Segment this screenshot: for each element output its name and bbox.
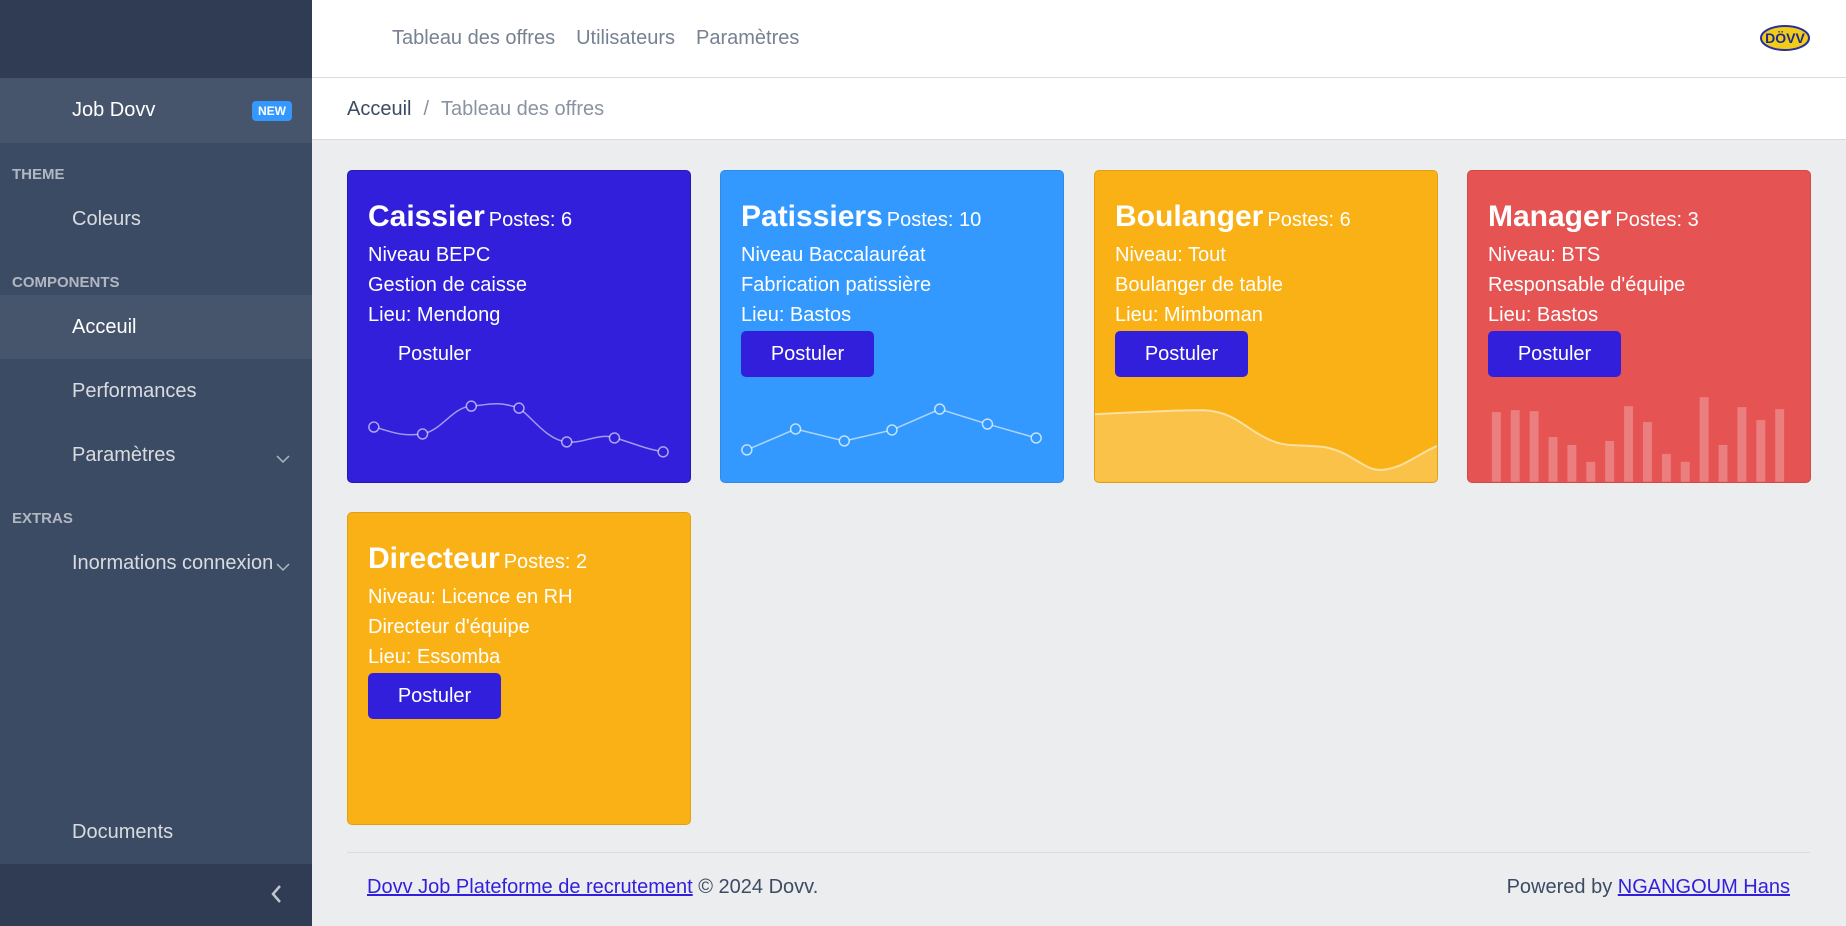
sidebar-item-performances[interactable]: Performances	[0, 359, 312, 423]
card-niveau: Niveau: Licence en RH	[368, 586, 573, 608]
nav-section-title-theme: THEME	[12, 166, 65, 183]
breadcrumb-separator: /	[423, 97, 430, 120]
header: Tableau des offres Utilisateurs Paramètr…	[312, 0, 1846, 140]
card-postes: Postes: 6	[1267, 209, 1351, 231]
logo-text: DÖVV	[1765, 30, 1805, 46]
sidebar-brand	[0, 0, 312, 78]
footer-right: Powered by NGANGOUM Hans	[1507, 876, 1790, 899]
breadcrumb: Acceuil / Tableau des offres	[312, 78, 1846, 140]
offer-card-directeur: Directeur Postes: 2 Niveau: Licence en RH…	[347, 512, 691, 825]
offer-card-manager: Manager Postes: 3 Niveau: BTS Responsable…	[1467, 170, 1811, 483]
card-postes: Postes: 6	[488, 209, 573, 231]
header-link-utilisateurs[interactable]: Utilisateurs	[576, 27, 675, 50]
breadcrumb-current: Tableau des offres	[441, 97, 605, 120]
breadcrumb-home[interactable]: Acceuil	[347, 98, 411, 121]
card-description: Boulanger de table	[1115, 274, 1283, 296]
chevron-down-icon	[276, 447, 290, 470]
footer: Dovv Job Plateforme de recrutement © 202…	[347, 852, 1810, 922]
header-link-tableau-des-offres[interactable]: Tableau des offres	[392, 27, 555, 50]
sidebar-item-informations-connexion[interactable]: Inormations connexion	[0, 531, 312, 595]
card-line-chart	[368, 400, 669, 458]
nav-section-title-components: COMPONENTS	[12, 274, 120, 291]
postuler-button[interactable]: Postuler	[1115, 331, 1248, 377]
sidebar-item-label: Acceuil	[72, 315, 137, 338]
card-bar-chart	[1491, 397, 1785, 482]
sidebar-item-label: Paramètres	[72, 443, 176, 466]
card-description: Gestion de caisse	[368, 274, 527, 296]
card-lieu: Lieu: Essomba	[368, 646, 501, 668]
card-postes: Postes: 2	[503, 551, 588, 573]
footer-author-link[interactable]: NGANGOUM Hans	[1618, 876, 1790, 898]
offer-card-caissier: Caissier Postes: 6 Niveau BEPC Gestion de…	[347, 170, 691, 483]
card-lieu: Lieu: Mimboman	[1115, 304, 1263, 326]
sidebar-item-coleurs[interactable]: Coleurs	[0, 187, 312, 251]
footer-left: Dovv Job Plateforme de recrutement © 202…	[367, 876, 818, 899]
card-postes: Postes: 10	[886, 209, 982, 231]
header-nav: Tableau des offres Utilisateurs Paramètr…	[312, 0, 1846, 78]
sidebar: Job Dovv NEW THEME Coleurs COMPONENTS Ac…	[0, 0, 312, 926]
postuler-button[interactable]: Postuler	[368, 331, 501, 377]
card-lieu: Lieu: Bastos	[1488, 304, 1599, 326]
card-area-chart	[1095, 409, 1437, 482]
card-lieu: Lieu: Mendong	[368, 304, 501, 326]
sidebar-item-acceuil[interactable]: Acceuil	[0, 295, 312, 359]
footer-powered-by: Powered by	[1506, 876, 1618, 898]
header-link-parametres[interactable]: Paramètres	[696, 27, 799, 50]
card-title: Directeur Postes: 2	[368, 542, 588, 575]
chevron-down-icon	[276, 555, 290, 578]
nav-section-title-extras: EXTRAS	[12, 510, 73, 527]
card-description: Responsable d'équipe	[1488, 274, 1686, 296]
footer-copyright: © 2024 Dovv.	[698, 876, 819, 898]
card-title: Manager Postes: 3	[1488, 200, 1699, 233]
sidebar-item-documents[interactable]: Documents	[0, 800, 312, 864]
card-title: Boulanger Postes: 6	[1115, 200, 1351, 233]
card-niveau: Niveau Baccalauréat	[741, 244, 926, 266]
card-niveau: Niveau: BTS	[1488, 244, 1601, 266]
card-description: Fabrication patissière	[741, 274, 932, 296]
card-niveau: Niveau BEPC	[368, 244, 491, 266]
postuler-button[interactable]: Postuler	[368, 673, 501, 719]
card-line-chart	[741, 403, 1042, 456]
sidebar-item-label: Inormations connexion	[72, 551, 274, 574]
offer-card-patissiers: Patissiers Postes: 10 Niveau Baccalauréat…	[720, 170, 1064, 483]
offer-card-boulanger: Boulanger Postes: 6 Niveau: Tout Boulange…	[1094, 170, 1438, 483]
sidebar-item-label: Coleurs	[72, 207, 141, 230]
card-niveau: Niveau: Tout	[1115, 244, 1226, 266]
card-description: Directeur d'équipe	[368, 616, 530, 638]
sidebar-item-label: Documents	[72, 820, 174, 843]
sidebar-item-label: Job Dovv	[72, 99, 156, 121]
chevron-left-icon	[270, 884, 282, 909]
card-lieu: Lieu: Bastos	[741, 304, 852, 326]
new-badge: NEW	[252, 100, 292, 121]
app: Job Dovv NEW THEME Coleurs COMPONENTS Ac…	[0, 0, 1846, 926]
dovv-logo[interactable]: DÖVV	[1760, 24, 1810, 52]
sidebar-item-job-dovv[interactable]: Job Dovv NEW	[0, 78, 312, 143]
postuler-button[interactable]: Postuler	[1488, 331, 1621, 377]
sidebar-item-label: Performances	[72, 379, 197, 402]
card-title: Patissiers Postes: 10	[741, 200, 982, 233]
footer-platform-link[interactable]: Dovv Job Plateforme de recrutement	[367, 876, 693, 898]
postuler-button[interactable]: Postuler	[741, 331, 874, 377]
sidebar-item-parametres[interactable]: Paramètres	[0, 423, 312, 487]
card-postes: Postes: 3	[1615, 209, 1699, 231]
sidebar-toggler[interactable]	[0, 864, 312, 926]
card-title: Caissier Postes: 6	[368, 200, 573, 233]
